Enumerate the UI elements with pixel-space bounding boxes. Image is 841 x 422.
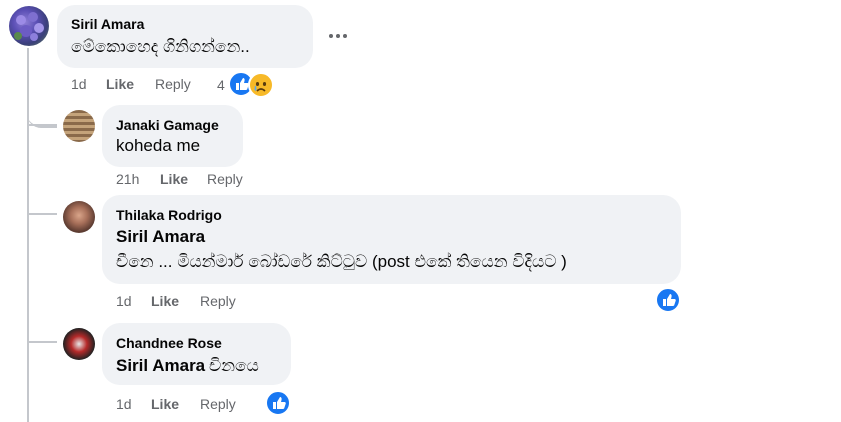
like-icon[interactable] <box>265 390 291 416</box>
thread-connector <box>29 124 57 126</box>
reply-button[interactable]: Reply <box>207 171 243 187</box>
reply-author[interactable]: Thilaka Rodrigo <box>116 207 222 223</box>
sad-icon <box>248 72 274 98</box>
reply-button[interactable]: Reply <box>200 396 236 412</box>
avatar[interactable] <box>63 201 95 233</box>
like-button[interactable]: Like <box>106 76 134 92</box>
reply-text: චීනෙ ... මියන්මාර් බෝඩරේ කිට්ටුව (post එ… <box>116 252 567 271</box>
more-options-icon[interactable] <box>327 26 349 46</box>
reply-time[interactable]: 1d <box>116 293 132 309</box>
mention-link[interactable]: Siril Amara <box>116 227 205 247</box>
reply-bubble: Chandnee Rose Siril Amara චිනයෙ <box>102 323 291 385</box>
avatar[interactable] <box>63 110 95 142</box>
reply-text: චිනයෙ <box>209 356 259 375</box>
comment-author[interactable]: Siril Amara <box>71 16 144 32</box>
reply-button[interactable]: Reply <box>155 76 191 92</box>
comment-bubble: Siril Amara මේකොහෙද ගිනිගන්නෙ.. <box>57 5 313 68</box>
like-button[interactable]: Like <box>151 396 179 412</box>
reply-bubble: Janaki Gamage koheda me <box>102 105 243 167</box>
reply-text: koheda me <box>116 136 201 155</box>
comment-text: මේකොහෙද ගිනිගන්නෙ.. <box>71 37 250 56</box>
mention-link[interactable]: Siril Amara <box>116 356 205 376</box>
reactions-summary[interactable] <box>228 71 274 98</box>
thread-connector <box>29 213 57 215</box>
reply-time[interactable]: 1d <box>116 396 132 412</box>
avatar[interactable] <box>63 328 95 360</box>
flower-avatar-icon <box>14 12 44 41</box>
reply-author[interactable]: Janaki Gamage <box>116 117 219 133</box>
reply-time[interactable]: 21h <box>116 171 139 187</box>
like-icon[interactable] <box>655 287 681 313</box>
reply-author[interactable]: Chandnee Rose <box>116 335 222 351</box>
reaction-count[interactable]: 4 <box>217 77 225 93</box>
reply-button[interactable]: Reply <box>200 293 236 309</box>
like-button[interactable]: Like <box>160 171 188 187</box>
comment-time[interactable]: 1d <box>71 76 87 92</box>
like-button[interactable]: Like <box>151 293 179 309</box>
thread-line <box>27 48 29 422</box>
thread-connector <box>29 341 57 343</box>
avatar[interactable] <box>9 6 49 46</box>
reply-bubble: Thilaka Rodrigo Siril Amara චීනෙ ... මිය… <box>102 195 681 284</box>
